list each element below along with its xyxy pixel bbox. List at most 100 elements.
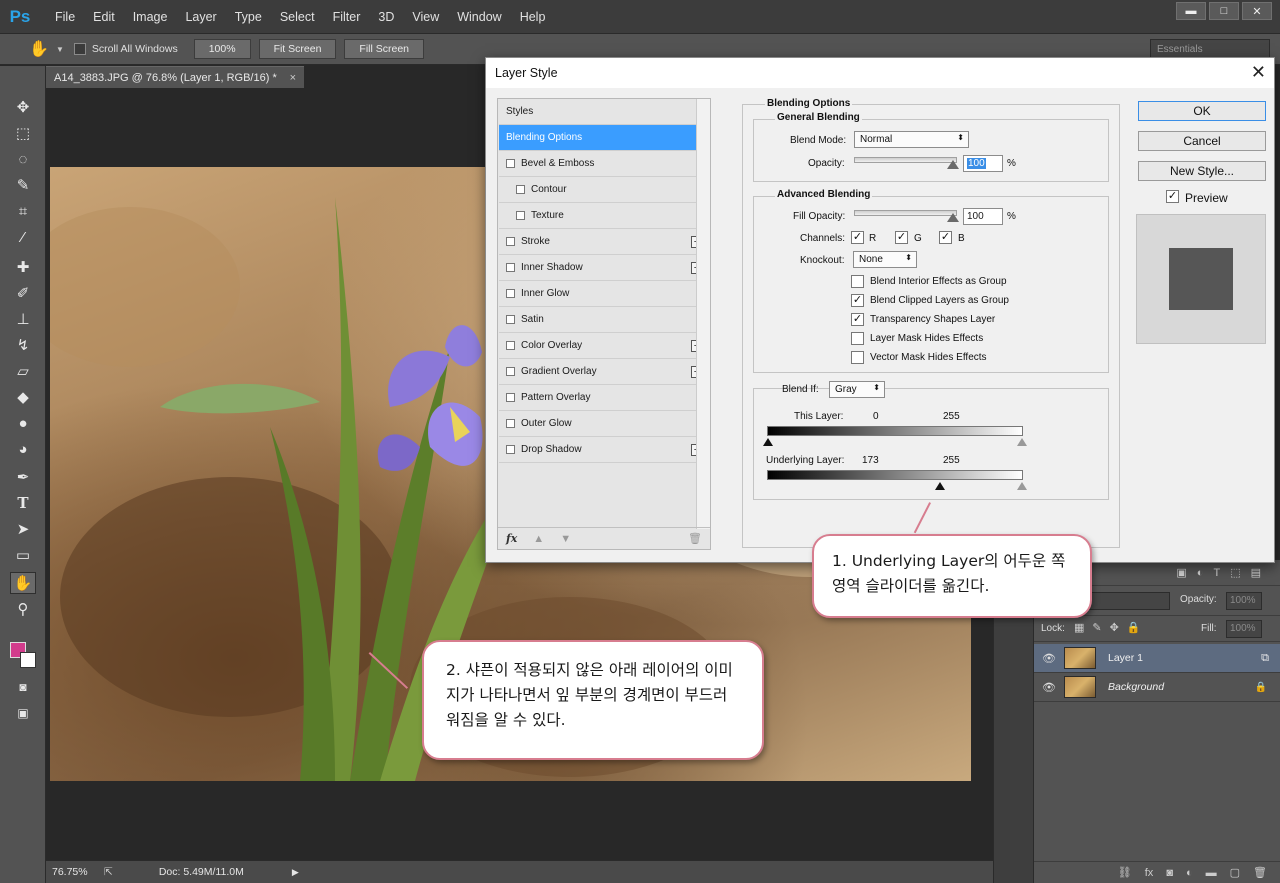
style-checkbox[interactable] (516, 185, 525, 194)
healing-brush-tool-icon[interactable]: ✚ (10, 256, 36, 278)
filter-type-icon[interactable]: T (1213, 567, 1220, 579)
delete-effect-icon[interactable]: 🗑 (688, 532, 702, 545)
blend-clipped-checkbox[interactable]: ✓ (851, 294, 864, 307)
path-selection-tool-icon[interactable]: ➤ (10, 518, 36, 540)
screen-mode-icon[interactable]: ▣ (10, 702, 36, 724)
style-satin[interactable]: Satin (499, 307, 708, 333)
maximize-button[interactable]: □ (1209, 2, 1239, 20)
blend-if-select[interactable]: Gray ⬍ (829, 381, 885, 398)
vector-mask-hides-checkbox[interactable] (851, 351, 864, 364)
style-checkbox[interactable] (506, 159, 515, 168)
style-bevel-emboss[interactable]: Bevel & Emboss (499, 151, 708, 177)
fx-menu-icon[interactable]: fx (506, 532, 517, 545)
layer-name[interactable]: Layer 1 (1108, 652, 1143, 664)
layer-opacity-field[interactable]: 100% (1226, 592, 1262, 610)
paint-bucket-tool-icon[interactable]: ◆ (10, 386, 36, 408)
style-checkbox[interactable] (506, 237, 515, 246)
style-checkbox[interactable] (506, 419, 515, 428)
menu-image[interactable]: Image (124, 10, 177, 24)
adjustment-layer-icon[interactable]: ◐ (1186, 867, 1193, 879)
style-inner-shadow[interactable]: Inner Shadow+ (499, 255, 708, 281)
brush-tool-icon[interactable]: ✐ (10, 282, 36, 304)
this-layer-white-slider[interactable] (1017, 438, 1027, 446)
style-texture[interactable]: Texture (499, 203, 708, 229)
blend-mode-select[interactable]: Normal ⬍ (854, 131, 969, 148)
blend-interior-checkbox[interactable] (851, 275, 864, 288)
style-checkbox[interactable] (506, 263, 515, 272)
menu-layer[interactable]: Layer (176, 10, 225, 24)
eyedropper-tool-icon[interactable]: ⁄ (10, 226, 36, 248)
move-down-icon[interactable]: ▼ (560, 533, 571, 545)
layer-row-background[interactable]: 👁 Background 🔒 (1034, 673, 1280, 702)
new-group-icon[interactable]: ▬ (1206, 867, 1217, 879)
delete-layer-icon[interactable]: 🗑 (1253, 866, 1267, 879)
lasso-tool-icon[interactable]: ◌ (10, 148, 36, 170)
fit-screen-button[interactable]: Fit Screen (258, 39, 337, 59)
filter-smart-object-icon[interactable]: ▤ (1251, 566, 1261, 579)
layer-row-layer-1[interactable]: 👁 Layer 1 ⧉ (1034, 644, 1280, 673)
style-checkbox[interactable] (516, 211, 525, 220)
crop-tool-icon[interactable]: ⌗ (10, 200, 36, 222)
add-style-icon[interactable]: fx (1145, 867, 1154, 879)
style-contour[interactable]: Contour (499, 177, 708, 203)
style-stroke[interactable]: Stroke+ (499, 229, 708, 255)
visibility-eye-icon[interactable]: 👁 (1034, 652, 1064, 665)
fill-screen-button[interactable]: Fill Screen (344, 39, 425, 59)
dialog-close-icon[interactable]: ✕ (1251, 62, 1266, 83)
zoom-level[interactable]: 76.75% (52, 866, 100, 878)
style-drop-shadow[interactable]: Drop Shadow+ (499, 437, 708, 463)
this-layer-black-slider[interactable] (763, 438, 773, 446)
dialog-titlebar[interactable]: Layer Style ✕ (486, 58, 1274, 88)
layer-name[interactable]: Background (1108, 681, 1164, 693)
document-tab[interactable]: A14_3883.JPG @ 76.8% (Layer 1, RGB/16) *… (46, 66, 304, 88)
type-tool-icon[interactable]: T (10, 492, 36, 514)
style-checkbox[interactable] (506, 341, 515, 350)
zoom-tool-icon[interactable]: ⚲ (10, 598, 36, 620)
underlying-white-slider[interactable] (1017, 482, 1027, 490)
workspace-select[interactable]: Essentials (1150, 39, 1270, 59)
hand-tool-icon[interactable]: ✋ (22, 37, 56, 61)
dodge-tool-icon[interactable]: ◕ (10, 438, 36, 460)
filter-shape-icon[interactable]: ⬚ (1230, 566, 1240, 579)
blur-tool-icon[interactable]: ● (10, 412, 36, 434)
style-color-overlay[interactable]: Color Overlay+ (499, 333, 708, 359)
menu-help[interactable]: Help (511, 10, 555, 24)
link-layers-icon[interactable]: ⛓ (1118, 866, 1132, 879)
channel-g-checkbox[interactable]: ✓ (895, 231, 908, 244)
close-document-icon[interactable]: × (290, 72, 296, 84)
visibility-eye-icon[interactable]: 👁 (1034, 681, 1064, 694)
opacity-slider-thumb[interactable] (947, 160, 959, 169)
style-checkbox[interactable] (506, 393, 515, 402)
menu-edit[interactable]: Edit (84, 10, 124, 24)
menu-3d[interactable]: 3D (369, 10, 403, 24)
menu-view[interactable]: View (403, 10, 448, 24)
filter-adjustment-icon[interactable]: ◐ (1197, 567, 1204, 579)
menu-type[interactable]: Type (226, 10, 271, 24)
style-pattern-overlay[interactable]: Pattern Overlay (499, 385, 708, 411)
menu-select[interactable]: Select (271, 10, 324, 24)
opacity-slider[interactable] (854, 157, 957, 163)
menu-window[interactable]: Window (448, 10, 510, 24)
scroll-all-windows-checkbox[interactable] (73, 43, 86, 55)
close-window-button[interactable]: ✕ (1242, 2, 1272, 20)
style-inner-glow[interactable]: Inner Glow (499, 281, 708, 307)
opacity-field[interactable]: 100 (963, 155, 1003, 172)
share-icon[interactable]: ⇱ (104, 866, 113, 878)
add-mask-icon[interactable]: ◙ (1166, 867, 1173, 879)
style-checkbox[interactable] (506, 289, 515, 298)
fill-opacity-field[interactable]: 100 (963, 208, 1003, 225)
new-style-button[interactable]: New Style... (1138, 161, 1266, 181)
history-brush-tool-icon[interactable]: ↯ (10, 334, 36, 356)
ok-button[interactable]: OK (1138, 101, 1266, 121)
status-menu-arrow-icon[interactable]: ▶ (292, 867, 299, 878)
new-layer-icon[interactable]: ▢ (1230, 866, 1240, 879)
pen-tool-icon[interactable]: ✒ (10, 466, 36, 488)
move-tool-icon[interactable]: ✥ (10, 96, 36, 118)
minimize-button[interactable]: ▬ (1176, 2, 1206, 20)
menu-file[interactable]: File (46, 10, 84, 24)
style-gradient-overlay[interactable]: Gradient Overlay+ (499, 359, 708, 385)
background-color-swatch[interactable] (20, 652, 36, 668)
filter-pixel-icon[interactable]: ▣ (1176, 566, 1186, 579)
preview-checkbox[interactable]: ✓ (1166, 190, 1179, 203)
style-checkbox[interactable] (506, 315, 515, 324)
